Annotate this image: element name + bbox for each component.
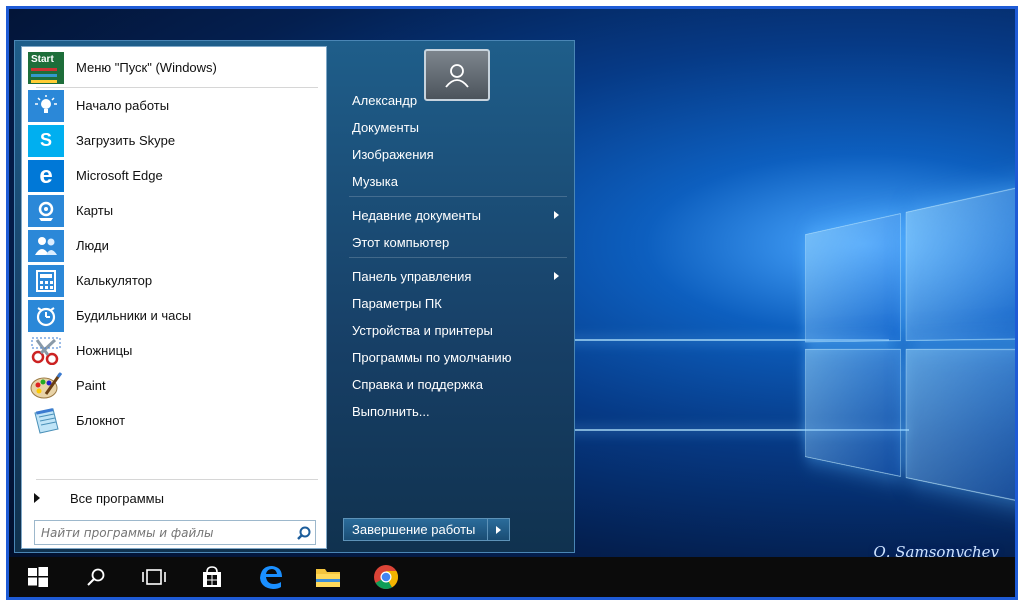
start-menu-icon: Start [28,51,64,84]
separator [349,257,567,258]
file-explorer-icon [316,569,340,587]
shutdown-control: Завершение работы [343,518,511,541]
app-item-snipping-tool[interactable]: Ножницы [22,333,328,368]
app-item-paint[interactable]: Paint [22,368,328,403]
separator [349,196,567,197]
notepad-icon [28,404,64,437]
app-item-people[interactable]: Люди [22,228,328,263]
search-input[interactable] [35,521,293,544]
app-item-alarms[interactable]: Будильники и часы [22,298,328,333]
search-icon[interactable] [293,522,315,544]
user-icon [445,64,469,88]
task-view-icon [142,569,166,585]
right-item-default-programs[interactable]: Программы по умолчанию [345,345,569,369]
right-item-music[interactable]: Музыка [345,169,569,193]
app-item-skype[interactable]: S Загрузить Skype [22,123,328,158]
app-item-calculator[interactable]: Калькулятор [22,263,328,298]
taskbar [9,557,1015,597]
app-label: Люди [76,238,109,253]
submenu-arrow-icon [554,211,559,219]
right-item-devices-printers[interactable]: Устройства и принтеры [345,318,569,342]
right-item-pictures[interactable]: Изображения [345,142,569,166]
store-icon [203,566,221,587]
store-button[interactable] [183,557,241,597]
right-item-documents[interactable]: Документы [345,115,569,139]
people-icon [28,229,64,262]
windows-logo-wallpaper [805,179,1015,519]
triangle-right-icon [34,493,40,503]
app-label: Загрузить Skype [76,133,176,148]
paint-icon [28,369,64,402]
right-item-help-support[interactable]: Справка и поддержка [345,372,569,396]
edge-icon [260,566,282,589]
app-label: Блокнот [76,413,126,428]
app-item-maps[interactable]: Карты [22,193,328,228]
snipping-tool-icon [28,334,64,367]
app-label: Будильники и часы [76,308,192,323]
app-item-notepad[interactable]: Блокнот [22,403,328,438]
calculator-icon [28,264,64,297]
triangle-right-icon [496,525,502,534]
app-label: Калькулятор [76,273,153,288]
shutdown-options-button[interactable] [488,518,511,541]
app-item-getting-started[interactable]: Начало работы [22,88,328,123]
all-programs-label: Все программы [70,490,164,506]
task-view-button[interactable] [125,557,183,597]
search-icon [87,568,105,586]
right-item-recent-documents[interactable]: Недавние документы [345,203,569,227]
app-label: Microsoft Edge [76,168,163,183]
pinned-start-menu-item[interactable]: Start Меню "Пуск" (Windows) [22,50,328,85]
app-label: Начало работы [76,98,170,113]
chrome-button[interactable] [357,557,415,597]
app-label: Ножницы [76,343,133,358]
right-item-control-panel[interactable]: Панель управления [345,264,569,288]
edge-taskbar-button[interactable] [241,557,299,597]
app-label: Paint [76,378,106,393]
pinned-start-menu-label: Меню "Пуск" (Windows) [76,60,217,75]
alarm-clock-icon [28,299,64,332]
separator [36,479,318,480]
search-box[interactable] [34,520,316,545]
taskbar-search-button[interactable] [67,557,125,597]
right-item-run[interactable]: Выполнить... [345,399,569,423]
all-programs-button[interactable]: Все программы [34,487,320,509]
start-menu-programs-panel: Start Меню "Пуск" (Windows) Начало работ… [21,46,327,549]
submenu-arrow-icon [554,272,559,280]
screen-frame: О. Samsonychev Start Меню "Пуск" (Window… [6,6,1018,600]
windows-start-button[interactable] [9,557,67,597]
shutdown-button[interactable]: Завершение работы [343,518,489,541]
windows-start-icon [28,567,48,587]
right-item-this-pc[interactable]: Этот компьютер [345,230,569,254]
right-item-pc-settings[interactable]: Параметры ПК [345,291,569,315]
edge-icon: e [28,159,64,192]
app-item-edge[interactable]: e Microsoft Edge [22,158,328,193]
app-label: Карты [76,203,114,218]
skype-icon: S [28,124,64,157]
chrome-icon [374,565,399,590]
file-explorer-button[interactable] [299,557,357,597]
right-item-user[interactable]: Александр [345,88,569,112]
start-menu: Start Меню "Пуск" (Windows) Начало работ… [14,40,575,553]
lightbulb-icon [28,89,64,122]
maps-icon [28,194,64,227]
